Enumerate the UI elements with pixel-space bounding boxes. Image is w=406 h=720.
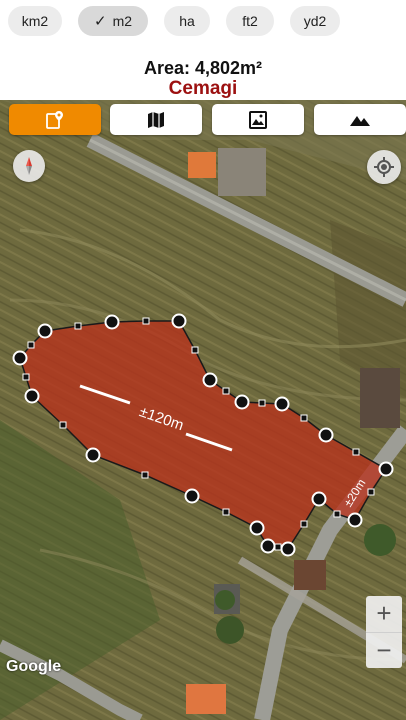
unit-chip-label: ft2	[242, 13, 258, 29]
map-icon	[148, 111, 164, 128]
add-location-icon	[46, 110, 63, 129]
compass-icon	[26, 157, 32, 175]
unit-chip-ft2[interactable]: ft2	[226, 6, 274, 36]
measurement-overlay: ±120m ±20m	[12, 313, 394, 557]
check-icon: ✓	[93, 13, 107, 30]
unit-chip-label: ha	[179, 13, 195, 29]
unit-chip-label: yd2	[303, 13, 327, 29]
unit-chip-label: m2	[112, 13, 133, 29]
satellite-image-icon	[249, 110, 267, 129]
zoom-in-button[interactable]: +	[366, 596, 402, 632]
place-name: Cemagi	[168, 78, 238, 99]
my-location-icon	[374, 157, 394, 177]
map-view[interactable]: ±120m ±20m + − Google	[0, 100, 406, 720]
add-location-mode-button[interactable]	[9, 104, 101, 135]
top-panel: km2 ✓ m2 ha ft2 yd2 Area: 4,802m² Cemagi	[0, 0, 406, 100]
google-attribution: Google	[6, 658, 62, 675]
unit-chip-label: km2	[21, 13, 49, 29]
area-readout: Area: 4,802m²	[143, 58, 263, 78]
unit-chip-m2[interactable]: ✓ m2	[78, 6, 148, 36]
map-type-terrain-button[interactable]	[314, 104, 406, 135]
terrain-icon	[350, 115, 370, 126]
my-location-button[interactable]	[367, 150, 401, 184]
map-type-road-button[interactable]	[110, 104, 202, 135]
compass-button[interactable]	[13, 150, 45, 182]
zoom-out-button[interactable]: −	[366, 632, 402, 668]
unit-chip-km2[interactable]: km2	[8, 6, 62, 36]
map-type-satellite-button[interactable]	[212, 104, 304, 135]
unit-chip-ha[interactable]: ha	[164, 6, 210, 36]
unit-chip-yd2[interactable]: yd2	[290, 6, 340, 36]
